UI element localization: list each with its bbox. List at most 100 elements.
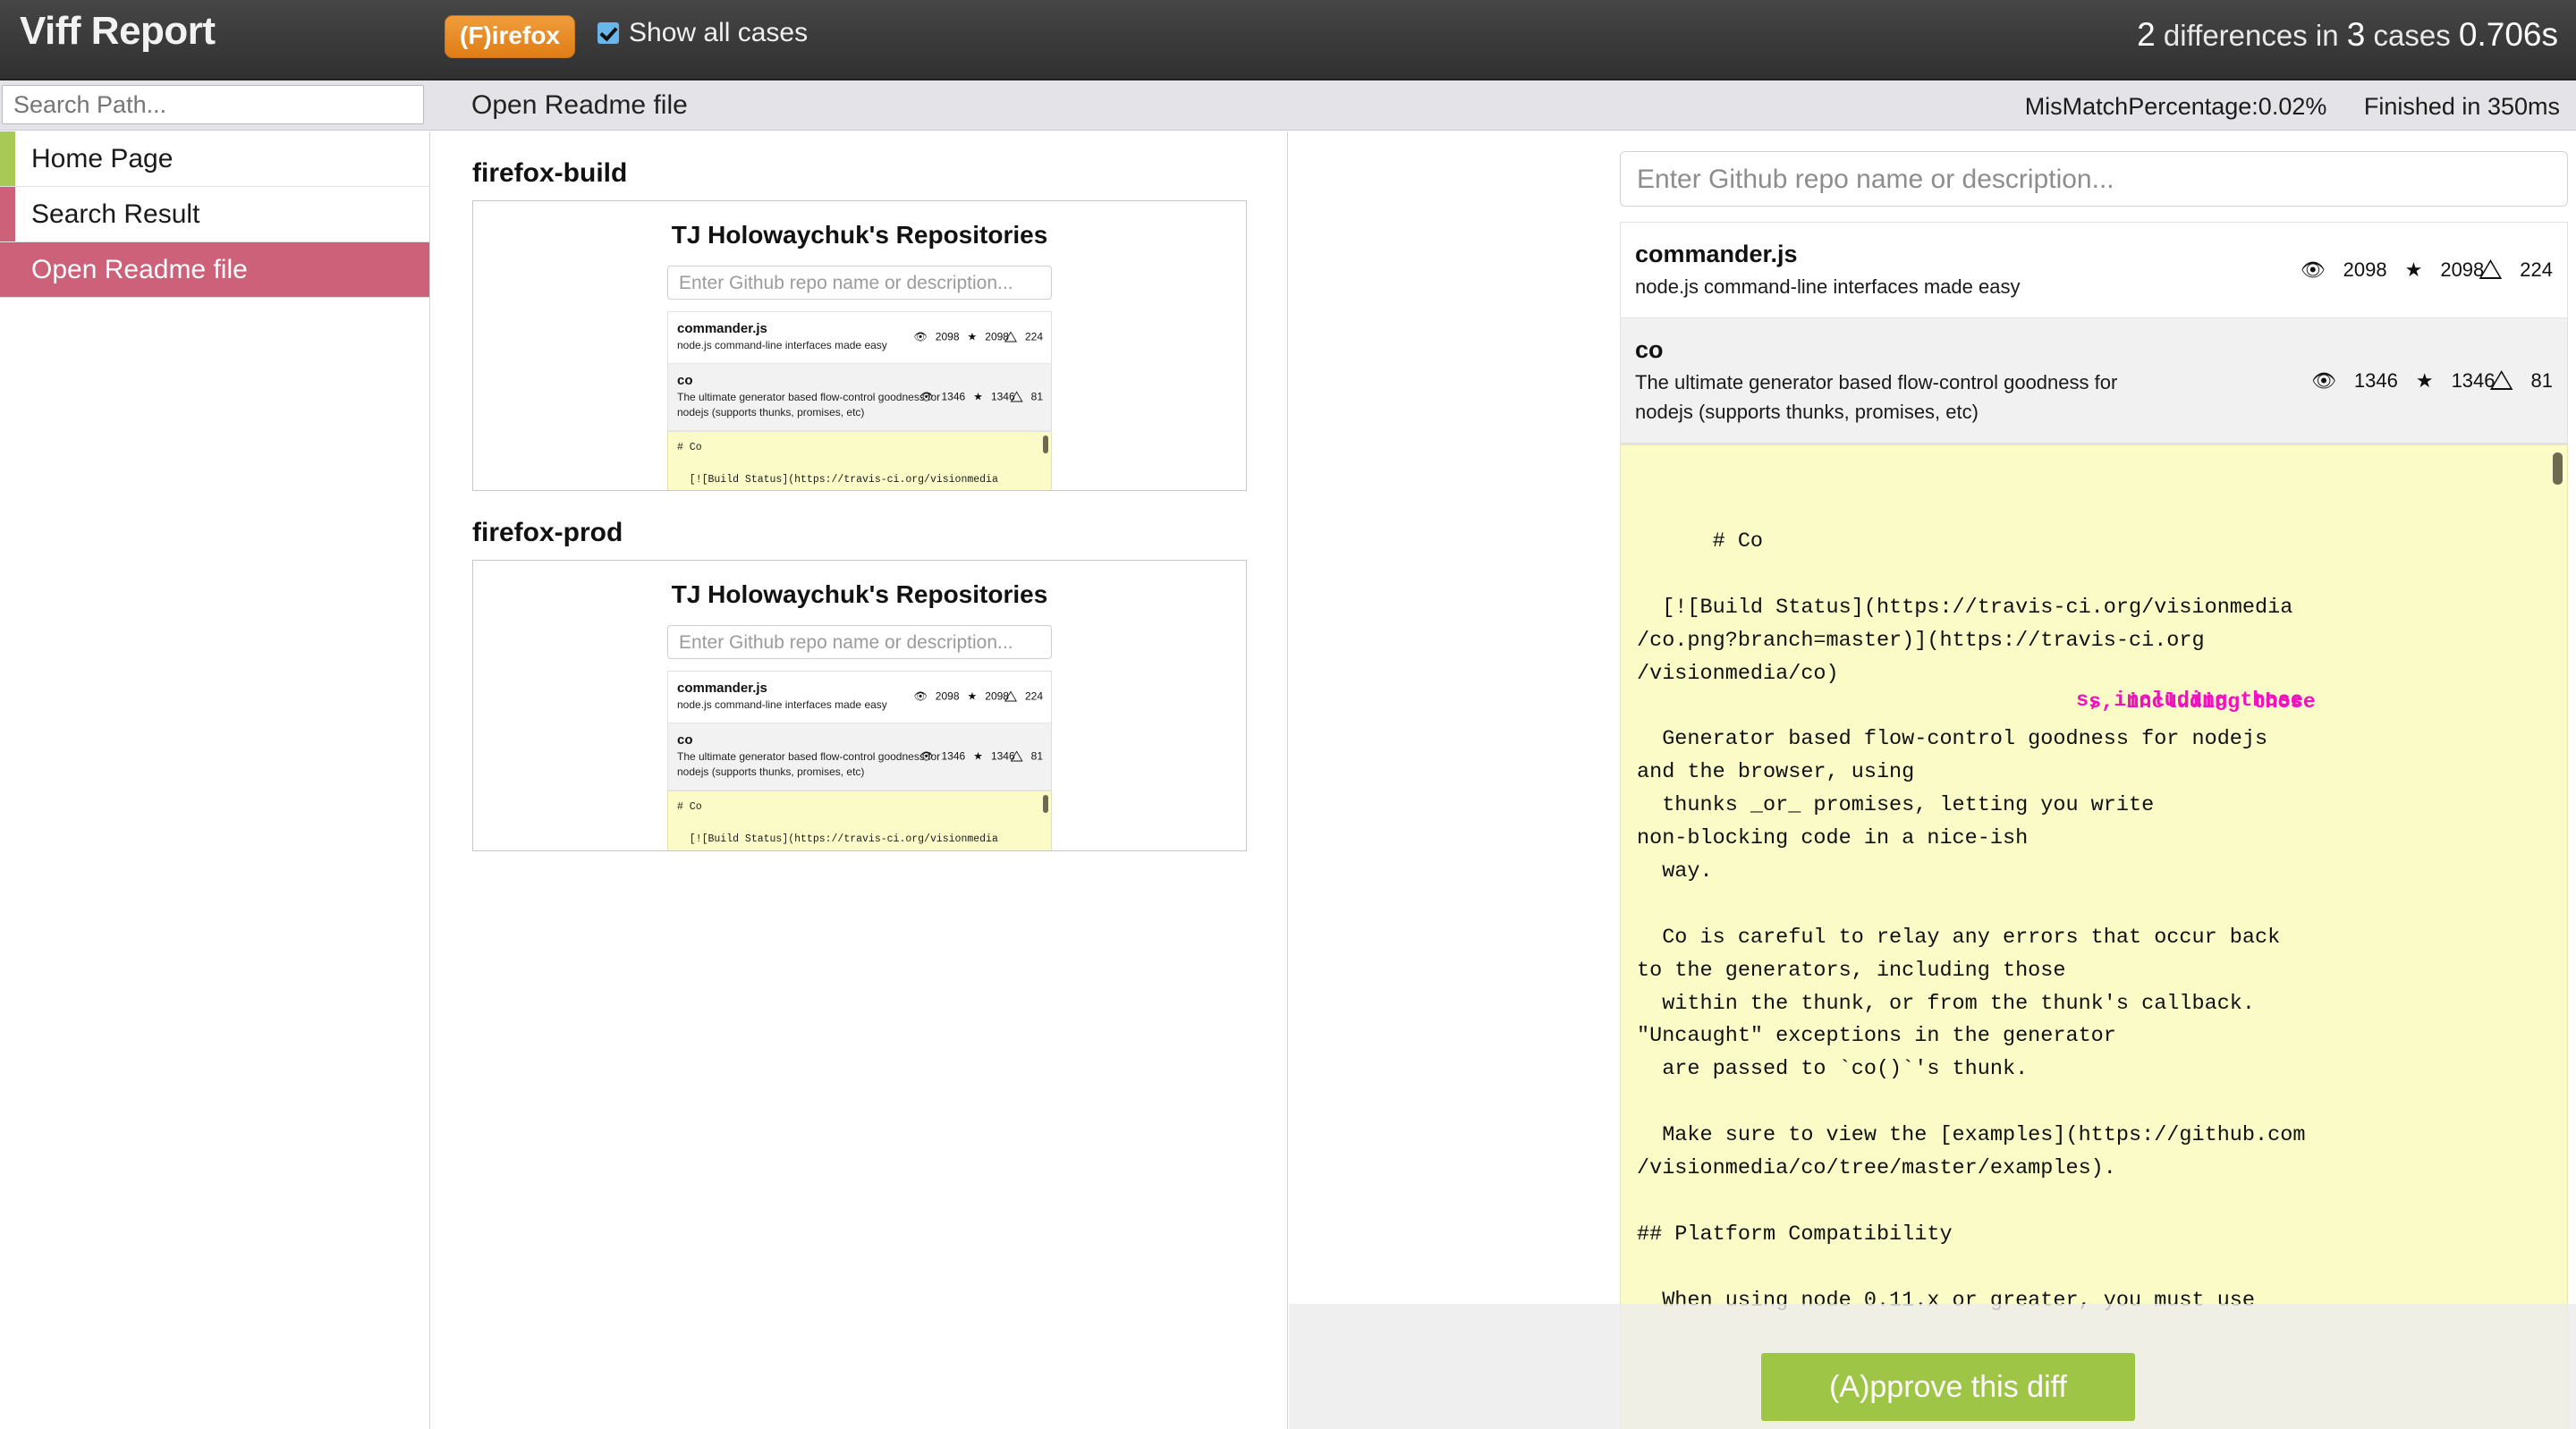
- mini-repo-row[interactable]: co The ultimate generator based flow-con…: [668, 723, 1051, 791]
- mini-repo-row[interactable]: commander.js node.js command-line interf…: [668, 672, 1051, 723]
- star-count: 2098: [2440, 258, 2485, 282]
- mini-repo-row[interactable]: commander.js node.js command-line interf…: [668, 312, 1051, 364]
- mini-page: TJ Holowaychuk's Repositories Enter Gith…: [473, 561, 1246, 850]
- mini-repo-list: commander.js node.js command-line interf…: [667, 311, 1052, 432]
- star-icon: ★: [973, 749, 983, 763]
- repo-description: The ultimate generator based flow-contro…: [677, 390, 941, 419]
- status-bar-indicator: [0, 187, 15, 241]
- status-bar-indicator: [0, 242, 15, 297]
- star-icon: ★: [2415, 368, 2434, 392]
- app-title: Viff Report: [20, 9, 216, 53]
- eye-icon: 👁: [2300, 258, 2326, 282]
- star-icon: ★: [967, 330, 978, 343]
- repo-description: The ultimate generator based flow-contro…: [677, 749, 941, 779]
- approve-diff-button[interactable]: (A)pprove this diff: [1761, 1353, 2135, 1421]
- mini-repo-search-input[interactable]: Enter Github repo name or description...: [667, 625, 1052, 659]
- diff-overlay-b: s, including those: [2089, 690, 2316, 715]
- fork-count: 224: [1024, 330, 1043, 343]
- sidebar-item-label: Open Readme file: [31, 255, 248, 284]
- case-count: 3: [2346, 16, 2366, 53]
- mini-page-heading: TJ Holowaychuk's Repositories: [671, 221, 1048, 249]
- mini-repo-list: commander.js node.js command-line interf…: [667, 671, 1052, 791]
- repo-name: co: [677, 372, 693, 388]
- mini-readme-code-block[interactable]: # Co [![Build Status](https://travis-ci.…: [667, 431, 1052, 490]
- fork-count: 224: [2520, 258, 2553, 282]
- watcher-count: 1346: [2353, 368, 2398, 392]
- scrollbar-thumb[interactable]: [2553, 452, 2563, 486]
- watcher-count: 2098: [935, 330, 960, 343]
- readme-text: # Co [![Build Status](https://travis-ci.…: [1637, 529, 2306, 1313]
- fork-count: 224: [1024, 689, 1043, 703]
- thumbnail-firefox-build[interactable]: TJ Holowaychuk's Repositories Enter Gith…: [472, 200, 1247, 491]
- search-path-input[interactable]: [2, 85, 424, 124]
- sub-toolbar: Open Readme file MisMatchPercentage:0.02…: [0, 80, 2576, 131]
- readme-text: # Co [![Build Status](https://travis-ci.…: [677, 800, 998, 850]
- repo-row-co[interactable]: co The ultimate generator based flow-con…: [1621, 318, 2567, 444]
- eye-icon: 👁: [913, 330, 928, 343]
- eye-icon: 👁: [2310, 368, 2336, 392]
- finished-time: Finished in 350ms: [2363, 93, 2560, 120]
- thumbnail-firefox-prod[interactable]: TJ Holowaychuk's Repositories Enter Gith…: [472, 560, 1247, 851]
- case-count-label: cases: [2373, 19, 2451, 52]
- show-all-cases-toggle[interactable]: Show all cases: [597, 18, 808, 48]
- repo-row-commander-js[interactable]: commander.js node.js command-line interf…: [1621, 223, 2567, 319]
- star-count: 2098: [985, 330, 1009, 343]
- case-title: Open Readme file: [471, 90, 688, 120]
- star-count: 1346: [990, 749, 1015, 763]
- repo-description: node.js command-line interfaces made eas…: [1635, 275, 2021, 299]
- repo-stats: 👁2098★2098⃤224: [906, 331, 1043, 344]
- diff-count: 2: [2137, 16, 2156, 53]
- star-count: 2098: [985, 689, 1009, 703]
- repo-stats: 👁1346★1346⃤81: [911, 749, 1043, 763]
- readme-code-block[interactable]: # Co [![Build Status](https://travis-ci.…: [1620, 444, 2568, 1429]
- run-summary: 2 differences in 3 cases 0.706s: [2137, 16, 2558, 54]
- scrollbar-thumb[interactable]: [1043, 794, 1048, 813]
- sidebar-item-open-readme-file[interactable]: Open Readme file: [0, 242, 429, 298]
- status-bar-indicator: [0, 131, 15, 186]
- eye-icon: 👁: [919, 390, 934, 403]
- watcher-count: 2098: [935, 689, 960, 703]
- repo-stats: 👁1346★1346⃤81: [911, 390, 1043, 403]
- repo-stats: 👁2098★2098⃤224: [2283, 258, 2553, 282]
- sidebar-item-search-result[interactable]: Search Result: [0, 187, 429, 242]
- star-count: 1346: [990, 390, 1015, 403]
- diff-canvas: Enter Github repo name or description...…: [1611, 131, 2576, 1429]
- eye-icon: 👁: [919, 749, 934, 763]
- watcher-count: 1346: [941, 390, 966, 403]
- show-all-cases-label: Show all cases: [629, 18, 809, 47]
- browser-filter-button[interactable]: (F)irefox: [445, 15, 575, 58]
- mini-readme-code-block[interactable]: # Co [![Build Status](https://travis-ci.…: [667, 791, 1052, 850]
- case-metrics: MisMatchPercentage:0.02% Finished in 350…: [1995, 93, 2560, 121]
- elapsed-time: 0.706s: [2458, 16, 2558, 53]
- watcher-count: 1346: [941, 749, 966, 763]
- screenshot-thumbnail-pane: firefox-build TJ Holowaychuk's Repositor…: [431, 131, 1288, 1429]
- eye-icon: 👁: [913, 689, 928, 703]
- mini-repo-row[interactable]: co The ultimate generator based flow-con…: [668, 363, 1051, 431]
- mini-page-heading: TJ Holowaychuk's Repositories: [671, 580, 1048, 608]
- repo-list-top: commander.js node.js command-line interf…: [1620, 222, 2568, 445]
- diff-viewer-pane: Enter Github repo name or description...…: [1289, 131, 2576, 1429]
- repo-name: co: [677, 731, 693, 748]
- fork-count: 81: [1030, 749, 1043, 763]
- watcher-count: 2098: [2343, 258, 2387, 282]
- case-sidebar: Home Page Search Result Open Readme file: [0, 131, 430, 1429]
- star-icon: ★: [973, 390, 983, 403]
- repo-stats: 👁2098★2098⃤224: [906, 690, 1043, 704]
- repo-name: co: [1635, 336, 1664, 364]
- repo-stats: 👁1346★1346⃤81: [2293, 369, 2553, 393]
- checkbox-icon[interactable]: [597, 22, 619, 44]
- scrollbar-thumb[interactable]: [1043, 435, 1048, 453]
- star-icon: ★: [967, 689, 978, 703]
- readme-text: # Co [![Build Status](https://travis-ci.…: [677, 441, 998, 486]
- app-header: Viff Report (F)irefox Show all cases 2 d…: [0, 0, 2576, 80]
- mini-repo-search-input[interactable]: Enter Github repo name or description...: [667, 266, 1052, 300]
- star-icon: ★: [2404, 258, 2423, 282]
- diff-count-label: differences in: [2163, 19, 2339, 52]
- repo-search-input[interactable]: Enter Github repo name or description...: [1620, 151, 2568, 207]
- sidebar-item-home-page[interactable]: Home Page: [0, 131, 429, 187]
- repo-description: The ultimate generator based flow-contro…: [1635, 371, 2118, 424]
- sidebar-item-label: Home Page: [31, 144, 174, 173]
- mini-page: TJ Holowaychuk's Repositories Enter Gith…: [473, 201, 1246, 490]
- fork-count: 81: [1030, 390, 1043, 403]
- sidebar-item-label: Search Result: [31, 199, 200, 229]
